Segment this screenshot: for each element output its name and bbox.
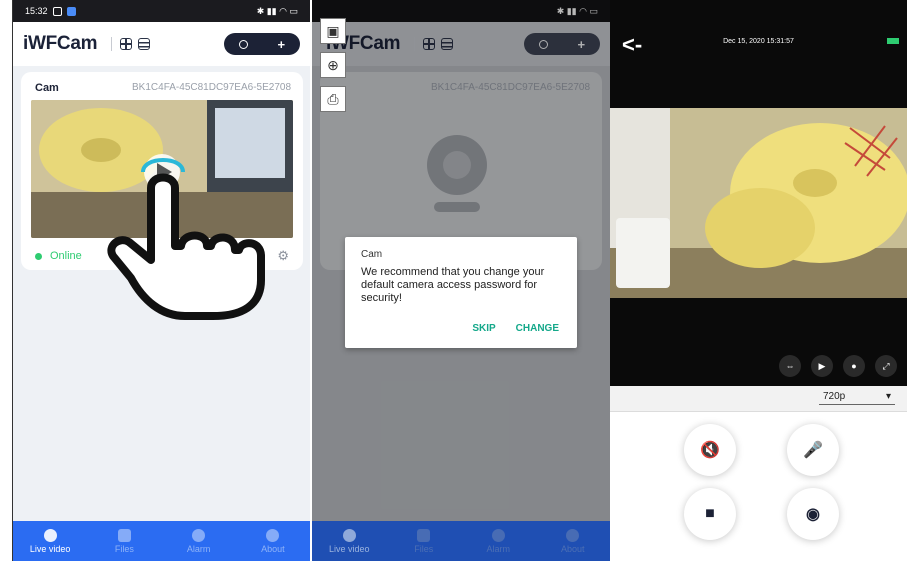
camera-id: BK1C4FA-45C81DC97EA6-5E2708 [132,82,291,93]
camera-name: Cam [35,82,59,94]
video-area: <- Dec 15, 2020 15:31:57 ⇔ ▶ ● ⤢ [610,0,907,386]
print-icon[interactable]: ⎙ [320,86,346,112]
tab-alarm[interactable]: Alarm [461,521,536,561]
dialog-message: We recommend that you change your defaul… [361,266,545,304]
video-timestamp: Dec 15, 2020 15:31:57 [723,38,794,45]
speed-icon[interactable]: ▶ [811,355,833,377]
camera-status: Online [50,250,82,262]
video-controls: ⇔ ▶ ● ⤢ [779,355,897,377]
folder-icon [417,528,431,542]
resolution-select[interactable]: 720p ▾ [819,391,895,405]
resolution-bar: 720p ▾ [610,386,907,412]
add-icon[interactable]: + [278,37,286,52]
puzzle-icon [566,528,580,542]
alarm-icon [491,528,505,542]
tab-alarm[interactable]: Alarm [162,521,236,561]
mute-button[interactable]: 🔇 [684,424,736,476]
fullscreen-icon[interactable]: ⤢ [875,355,897,377]
password-warning-screen: ✱ ▮▮ ◠ ▭ iWFCam + BK1C4FA-45C81DC97EA6-5… [312,0,610,561]
chevron-down-icon: ▾ [885,391,891,402]
speaker-mute-icon: 🔇 [700,442,720,459]
skip-button[interactable]: SKIP [472,323,495,334]
status-time: 15:32 [25,6,48,16]
header-actions: + [224,33,300,55]
record-indicator [887,38,899,44]
microphone-mute-icon: 🎤 [803,442,823,459]
live-video-frame[interactable] [610,108,907,298]
status-bar: 15:32 ✱ ▮▮ ◠ ▭ [13,0,310,22]
snapshot-dot-icon[interactable]: ● [843,355,865,377]
live-image [610,108,907,298]
dialog-title: Cam [361,249,383,260]
divider [111,37,113,51]
camera-list-screen: 15:32 ✱ ▮▮ ◠ ▭ iWFCam + Cam BK1C4FA-45C8… [12,0,310,561]
resolution-value: 720p [823,391,846,402]
folder-icon [117,528,131,542]
tab-live-video[interactable]: Live video [13,521,87,561]
app-header: iWFCam + [13,22,310,66]
alarm-icon [192,528,206,542]
signal-battery-icons: ✱ ▮▮ ◠ ▭ [256,5,298,16]
change-button[interactable]: CHANGE [516,323,559,334]
list-view-icon[interactable] [138,38,151,50]
puzzle-icon [266,528,280,542]
tab-live-video[interactable]: Live video [312,521,387,561]
gear-icon[interactable]: ⚙ [277,248,289,264]
play-icon [43,528,57,542]
view-toggle [120,38,151,50]
camera-icon: ◉ [806,506,820,523]
app-badge-icon [66,6,76,16]
bottom-tab-bar: Live video Files Alarm About [312,521,610,561]
security-dialog: Cam We recommend that you change your de… [345,237,577,348]
tab-about[interactable]: About [236,521,310,561]
zoom-in-icon[interactable]: ⊕ [320,52,346,78]
notification-icon [52,6,62,16]
image-icon[interactable]: ▣ [320,18,346,44]
split-icon[interactable]: ⇔ [779,355,801,377]
tap-hand-icon [107,158,265,320]
tab-files[interactable]: Files [87,521,161,561]
tab-about[interactable]: About [536,521,611,561]
bottom-tab-bar: Live video Files Alarm About [13,521,310,561]
video-record-icon: ■ [705,505,715,522]
play-icon [342,528,356,542]
snapshot-button[interactable]: ◉ [787,488,839,540]
grid-view-icon[interactable] [120,38,133,50]
online-dot-icon [35,252,42,260]
app-title: iWFCam [23,33,98,54]
record-button[interactable]: ■ [684,488,736,540]
editor-toolbar: ▣ ⊕ ⎙ [320,18,346,112]
live-view-screen: <- Dec 15, 2020 15:31:57 ⇔ ▶ ● ⤢ 720p ▾ … [610,0,907,561]
tab-files[interactable]: Files [387,521,462,561]
search-icon[interactable] [238,39,248,49]
back-arrow-icon[interactable]: <- [622,32,642,58]
talk-button[interactable]: 🎤 [787,424,839,476]
